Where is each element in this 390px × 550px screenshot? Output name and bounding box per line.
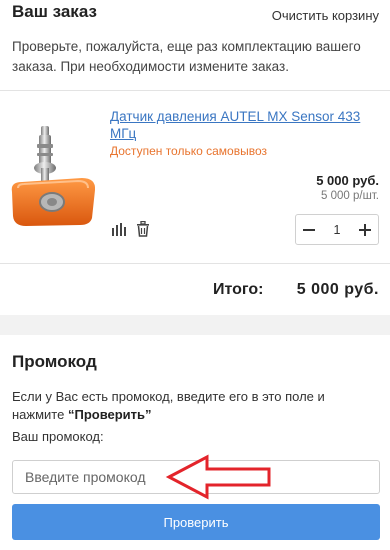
- promo-section: Промокод Если у Вас есть промокод, введи…: [0, 335, 390, 550]
- compare-button[interactable]: [109, 219, 127, 239]
- promo-title: Промокод: [12, 352, 97, 371]
- product-image[interactable]: [8, 122, 100, 228]
- item-unit-price: 5 000 р/шт.: [321, 190, 379, 202]
- item-price: 5 000 руб.: [316, 173, 379, 188]
- tpms-sensor-image: [11, 126, 96, 226]
- product-name-link[interactable]: Датчик давления AUTEL MX Sensor 433 МГц: [110, 108, 380, 142]
- promo-code-input[interactable]: [12, 460, 380, 494]
- promo-description-emphasis: “Проверить”: [67, 407, 152, 422]
- promo-description: Если у Вас есть промокод, введите его в …: [12, 388, 380, 424]
- quantity-value[interactable]: 1: [334, 223, 341, 237]
- divider: [0, 90, 390, 91]
- order-title: Ваш заказ: [12, 2, 97, 21]
- check-promo-button[interactable]: Проверить: [12, 504, 380, 540]
- promo-label: Ваш промокод:: [12, 429, 104, 444]
- clear-cart-link[interactable]: Очистить корзину: [272, 8, 379, 23]
- divider: [0, 263, 390, 264]
- bar-chart-icon: [111, 222, 126, 236]
- delete-item-button[interactable]: [134, 219, 152, 239]
- order-section: Ваш заказ Очистить корзину Проверьте, по…: [0, 0, 390, 315]
- section-separator: [0, 315, 390, 335]
- plus-icon: [358, 223, 371, 236]
- quantity-decrease-button[interactable]: [296, 215, 322, 244]
- minus-icon: [303, 228, 315, 231]
- order-description: Проверьте, пожалуйста, еще раз комплекта…: [12, 39, 361, 74]
- quantity-stepper: 1: [295, 214, 379, 245]
- trash-icon: [137, 221, 149, 237]
- total-value: 5 000 руб.: [296, 281, 379, 298]
- pickup-only-note: Доступен только самовывоз: [110, 144, 267, 158]
- total-label: Итого:: [213, 281, 264, 298]
- quantity-increase-button[interactable]: [352, 215, 378, 244]
- promo-description-text: Если у Вас есть промокод, введите его в …: [12, 389, 325, 422]
